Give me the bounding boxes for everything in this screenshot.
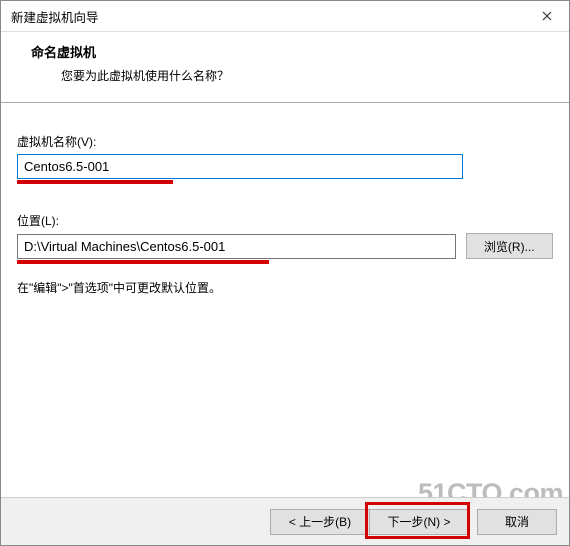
vm-name-input[interactable] [17,154,463,179]
location-input[interactable] [17,234,456,259]
wizard-title: 命名虚拟机 [31,42,549,61]
close-icon [542,8,552,24]
location-label: 位置(L): [17,212,553,229]
window-title: 新建虚拟机向导 [11,7,99,26]
vm-name-label: 虚拟机名称(V): [17,133,553,150]
cancel-button[interactable]: 取消 [477,509,557,535]
next-button[interactable]: 下一步(N) > [369,509,469,535]
close-button[interactable] [524,1,569,30]
titlebar: 新建虚拟机向导 [1,1,569,32]
wizard-subtitle: 您要为此虚拟机使用什么名称？ [61,67,549,84]
wizard-footer: < 上一步(B) 下一步(N) > 取消 [1,497,569,545]
wizard-header: 命名虚拟机 您要为此虚拟机使用什么名称？ [1,32,569,103]
annotation-underline-location [17,260,269,264]
wizard-content: 虚拟机名称(V): 位置(L): 浏览(R)... 在"编辑">"首选项"中可更… [1,103,569,306]
location-hint: 在"编辑">"首选项"中可更改默认位置。 [17,279,553,296]
back-button[interactable]: < 上一步(B) [270,509,370,535]
browse-button[interactable]: 浏览(R)... [466,233,553,259]
